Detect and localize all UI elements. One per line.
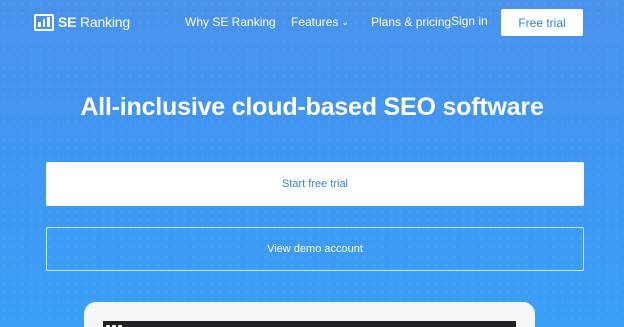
chevron-down-icon: ⌄ xyxy=(341,17,349,27)
brand-name-suffix: Ranking xyxy=(76,14,130,30)
nav-plans-pricing[interactable]: Plans & pricing xyxy=(371,15,451,29)
free-trial-button[interactable]: Free trial xyxy=(501,9,583,36)
brand-name: SE Ranking xyxy=(58,14,130,30)
laptop-screen xyxy=(103,321,516,327)
laptop-preview-image xyxy=(84,302,535,327)
view-demo-account-button[interactable]: View demo account xyxy=(46,227,584,271)
start-free-trial-button[interactable]: Start free trial xyxy=(46,162,584,206)
bar-chart-logo-icon xyxy=(34,13,54,31)
nav-why-se-ranking[interactable]: Why SE Ranking xyxy=(185,15,276,29)
brand-logo[interactable]: SE Ranking xyxy=(34,12,130,32)
nav-features[interactable]: Features ⌄ xyxy=(291,15,349,29)
top-navigation: SE Ranking Why SE Ranking Features ⌄ Plan… xyxy=(0,0,624,44)
nav-features-label: Features xyxy=(291,15,339,29)
hero-headline: All-inclusive cloud-based SEO software xyxy=(80,93,544,121)
brand-name-prefix: SE xyxy=(58,14,77,30)
nav-sign-in[interactable]: Sign in xyxy=(451,14,488,28)
